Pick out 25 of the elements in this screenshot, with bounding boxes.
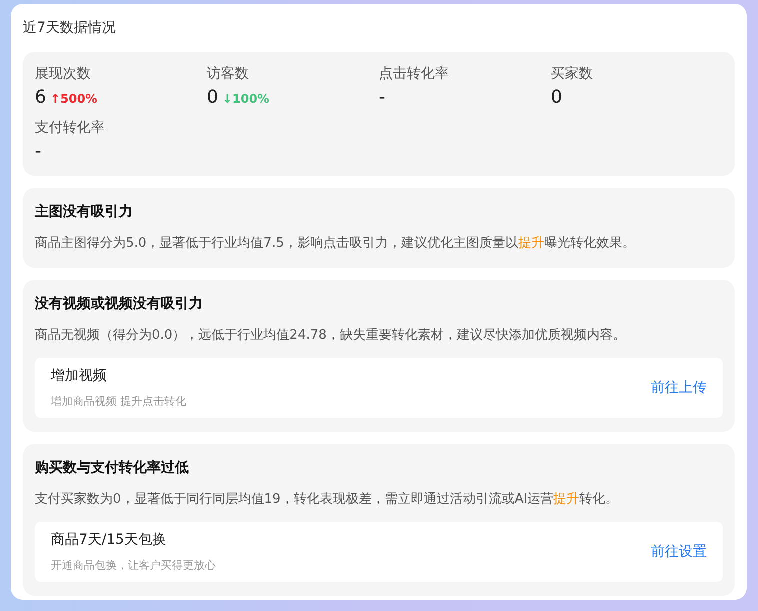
trend-indicator: ↓100% [222, 92, 270, 106]
issue-title: 没有视频或视频没有吸引力 [35, 295, 204, 314]
action-link[interactable]: 前往上传 [651, 379, 707, 397]
stat-value: - [35, 140, 42, 164]
stat-value: 0 [207, 86, 218, 110]
issue-description: 商品无视频（得分为0.0），远低于行业均值24.78，缺失重要转化素材，建议尽快添加优质视频内容。 [35, 327, 627, 345]
section-title: 近7天数据情况 [23, 19, 117, 38]
action-title: 增加视频 [51, 367, 108, 386]
issue-description: 商品主图得分为5.0，显著低于行业均值7.5，影响点击吸引力，建议优化主图质量以提升曝光转化效果。 [35, 235, 636, 253]
stat-label: 展现次数 [35, 65, 92, 84]
action-link[interactable]: 前往设置 [651, 543, 707, 561]
stat-value: - [379, 86, 386, 110]
trend-indicator: ↑500% [50, 92, 98, 106]
stat-value: 6 [35, 86, 46, 110]
action-subtitle: 增加商品视频 提升点击转化 [51, 394, 186, 410]
stat-label: 支付转化率 [35, 119, 106, 138]
action-subtitle: 开通商品包换，让客户买得更放心 [51, 558, 216, 574]
issue-title: 主图没有吸引力 [35, 202, 134, 222]
stat-value: 0 [551, 86, 562, 110]
stat-label: 买家数 [551, 65, 594, 84]
stat-label: 点击转化率 [379, 65, 450, 84]
action-title: 商品7天/15天包换 [51, 531, 168, 550]
stat-label: 访客数 [207, 65, 250, 84]
issue-description: 支付买家数为0，显著低于同行同层均值19，转化表现极差，需立即通过活动引流或AI运营提升转化。 [35, 491, 620, 509]
issue-title: 购买数与支付转化率过低 [35, 458, 190, 478]
